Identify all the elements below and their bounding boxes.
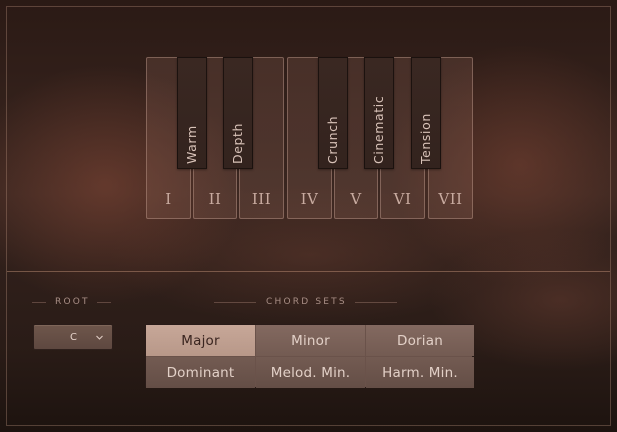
root-dropdown[interactable]: C (33, 324, 113, 350)
key-numeral: V (350, 190, 362, 208)
black-key-label: Crunch (325, 115, 340, 164)
black-key-label: Tension (418, 113, 433, 164)
chord-set-harmonic-minor-button[interactable]: Harm. Min. (366, 357, 474, 388)
key-numeral: VII (438, 190, 463, 208)
header-rule (96, 301, 111, 303)
black-key-cinematic[interactable]: Cinematic (364, 57, 394, 169)
key-numeral: I (165, 190, 172, 208)
black-key-label: Depth (230, 122, 245, 164)
key-numeral: IV (300, 190, 319, 208)
root-value: C (70, 332, 77, 343)
plugin-window: I II III IV V VI VII Warm Depth Crunch C… (0, 0, 617, 432)
root-label: ROOT (55, 297, 90, 307)
black-key-crunch[interactable]: Crunch (318, 57, 348, 169)
black-key-warm[interactable]: Warm (177, 57, 207, 169)
key-numeral: II (208, 190, 222, 208)
chord-sets-label: CHORD SETS (266, 297, 347, 307)
chord-set-selector: Major Minor Dorian Dominant Melod. Min. … (145, 324, 474, 388)
header-rule (354, 301, 397, 303)
chord-set-minor-button[interactable]: Minor (256, 325, 365, 356)
chord-set-major-button[interactable]: Major (146, 325, 255, 356)
key-numeral: VI (393, 190, 412, 208)
chord-sets-header: CHORD SETS (214, 296, 397, 308)
chord-set-melodic-minor-button[interactable]: Melod. Min. (256, 357, 365, 388)
black-key-tension[interactable]: Tension (411, 57, 441, 169)
chord-set-dorian-button[interactable]: Dorian (366, 325, 474, 356)
root-header: ROOT (32, 296, 111, 308)
chord-set-dominant-button[interactable]: Dominant (146, 357, 255, 388)
chord-keyboard: I II III IV V VI VII Warm Depth Crunch C… (146, 57, 473, 219)
chevron-down-icon (96, 335, 103, 340)
black-key-label: Warm (184, 125, 199, 164)
key-numeral: III (251, 190, 272, 208)
section-divider (7, 271, 610, 272)
header-rule (214, 301, 256, 303)
black-key-label: Cinematic (371, 95, 386, 164)
header-rule (32, 301, 46, 303)
black-key-depth[interactable]: Depth (223, 57, 253, 169)
